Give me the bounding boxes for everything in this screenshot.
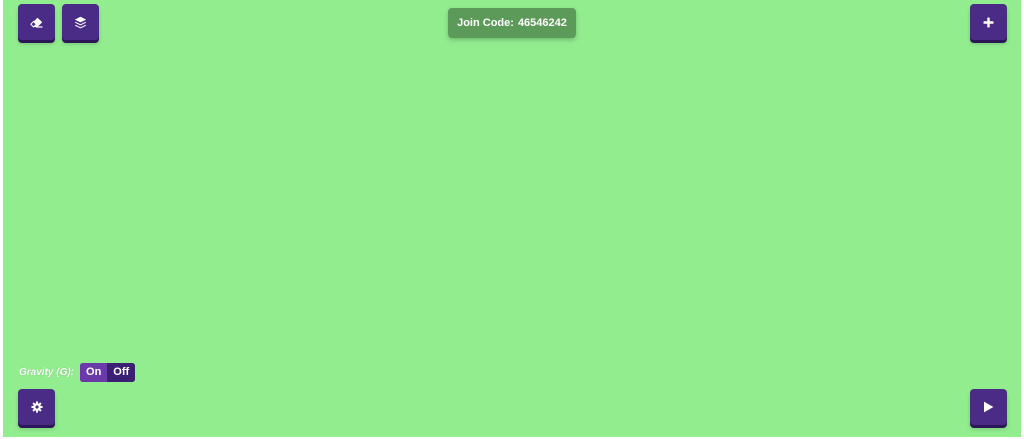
join-code-badge: Join Code: 46546242 <box>448 8 576 38</box>
play-button[interactable] <box>970 389 1007 425</box>
join-code-value: 46546242 <box>517 17 567 29</box>
gear-icon <box>30 401 43 413</box>
play-icon <box>983 401 994 413</box>
layers-button[interactable] <box>62 4 99 40</box>
game-canvas[interactable] <box>3 0 1021 437</box>
add-button[interactable] <box>970 4 1007 40</box>
layers-icon <box>74 16 87 29</box>
gravity-off-option[interactable]: Off <box>107 363 136 382</box>
eraser-button[interactable] <box>18 4 55 40</box>
eraser-icon <box>30 17 43 28</box>
plus-icon <box>983 17 994 28</box>
gravity-toggle[interactable]: On Off <box>80 363 136 382</box>
gravity-label: Gravity (G): <box>19 367 75 378</box>
join-code-label: Join Code: <box>457 17 514 29</box>
settings-button[interactable] <box>18 389 55 425</box>
gravity-control: Gravity (G): On Off <box>19 363 136 382</box>
gravity-on-option[interactable]: On <box>80 363 108 382</box>
